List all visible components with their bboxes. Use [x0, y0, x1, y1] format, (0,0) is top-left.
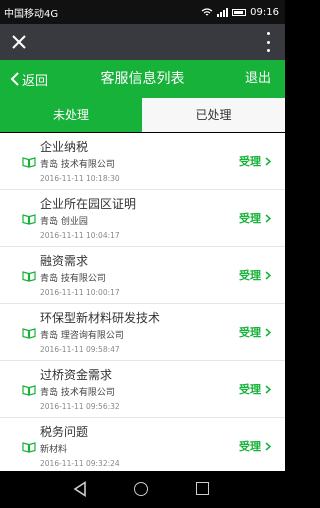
close-icon[interactable] [8, 31, 30, 53]
accept-button[interactable]: 受理 [239, 381, 271, 397]
request-list: 企业纳税 青岛 技术有限公司 2016-11-11 10:18:30 受理 企业… [0, 133, 285, 471]
nav-home-icon[interactable] [134, 482, 148, 496]
system-navigation-bar [0, 471, 285, 508]
item-company: 青岛 理咨询有限公司 [40, 331, 124, 341]
item-time: 2016-11-11 10:04:17 [40, 231, 120, 240]
list-item[interactable]: 环保型新材料研发技术 青岛 理咨询有限公司 2016-11-11 09:58:4… [0, 304, 285, 361]
wifi-icon [201, 7, 213, 15]
list-item[interactable]: 融资需求 青岛 技有限公司 2016-11-11 10:00:17 受理 [0, 247, 285, 304]
list-item[interactable]: 企业纳税 青岛 技术有限公司 2016-11-11 10:18:30 受理 [0, 133, 285, 190]
nav-recents-icon[interactable] [196, 482, 209, 495]
accept-label: 受理 [239, 383, 261, 396]
signal-icon [217, 7, 229, 17]
item-time: 2016-11-11 10:18:30 [40, 174, 120, 183]
chevron-right-icon [265, 270, 271, 280]
item-company: 青岛 创业园 [40, 217, 88, 227]
nav-back-icon[interactable] [73, 481, 87, 497]
item-title: 企业所在园区证明 [40, 197, 137, 211]
book-icon [22, 157, 36, 168]
item-title: 环保型新材料研发技术 [40, 311, 161, 325]
book-icon [22, 271, 36, 282]
webview-titlebar [0, 24, 285, 60]
more-vertical-icon[interactable] [267, 32, 271, 52]
accept-button[interactable]: 受理 [239, 438, 271, 454]
accept-button[interactable]: 受理 [239, 324, 271, 340]
back-button[interactable]: 返回 [10, 60, 48, 98]
item-company: 新材料 [40, 445, 68, 455]
accept-label: 受理 [239, 440, 261, 453]
chevron-left-icon [10, 72, 19, 86]
item-company: 青岛 技术有限公司 [40, 388, 115, 398]
tab-processed[interactable]: 已处理 [142, 98, 285, 132]
chevron-right-icon [265, 384, 271, 394]
chevron-right-icon [265, 441, 271, 451]
exit-button[interactable]: 退出 [245, 60, 271, 98]
battery-icon [232, 8, 247, 16]
carrier-label: 中国移动4G [4, 8, 59, 20]
item-company: 青岛 技术有限公司 [40, 160, 115, 170]
book-icon [22, 214, 36, 225]
status-icons: 09:16 [201, 7, 279, 18]
clock: 09:16 [250, 6, 279, 18]
app-header: 客服信息列表 返回 退出 [0, 60, 285, 98]
book-icon [22, 328, 36, 339]
item-title: 过桥资金需求 [40, 368, 113, 382]
item-time: 2016-11-11 09:58:47 [40, 345, 120, 354]
chevron-right-icon [265, 156, 271, 166]
back-label: 返回 [22, 73, 49, 89]
item-title: 税务问题 [40, 425, 89, 439]
accept-button[interactable]: 受理 [239, 267, 271, 283]
accept-label: 受理 [239, 212, 261, 225]
item-time: 2016-11-11 09:56:32 [40, 402, 120, 411]
chevron-right-icon [265, 213, 271, 223]
item-title: 融资需求 [40, 254, 89, 268]
book-icon [22, 385, 36, 396]
list-item[interactable]: 税务问题 新材料 2016-11-11 09:32:24 受理 [0, 418, 285, 471]
item-title: 企业纳税 [40, 140, 89, 154]
accept-label: 受理 [239, 326, 261, 339]
accept-button[interactable]: 受理 [239, 153, 271, 169]
accept-label: 受理 [239, 269, 261, 282]
accept-label: 受理 [239, 155, 261, 168]
item-time: 2016-11-11 09:32:24 [40, 459, 120, 468]
status-tabs: 未处理 已处理 [0, 98, 285, 132]
item-time: 2016-11-11 10:00:17 [40, 288, 120, 297]
item-company: 青岛 技有限公司 [40, 274, 106, 284]
tab-unprocessed[interactable]: 未处理 [0, 98, 142, 132]
accept-button[interactable]: 受理 [239, 210, 271, 226]
chevron-right-icon [265, 327, 271, 337]
status-bar: 中国移动4G 09:16 [0, 0, 285, 24]
book-icon [22, 442, 36, 453]
list-item[interactable]: 过桥资金需求 青岛 技术有限公司 2016-11-11 09:56:32 受理 [0, 361, 285, 418]
list-item[interactable]: 企业所在园区证明 青岛 创业园 2016-11-11 10:04:17 受理 [0, 190, 285, 247]
